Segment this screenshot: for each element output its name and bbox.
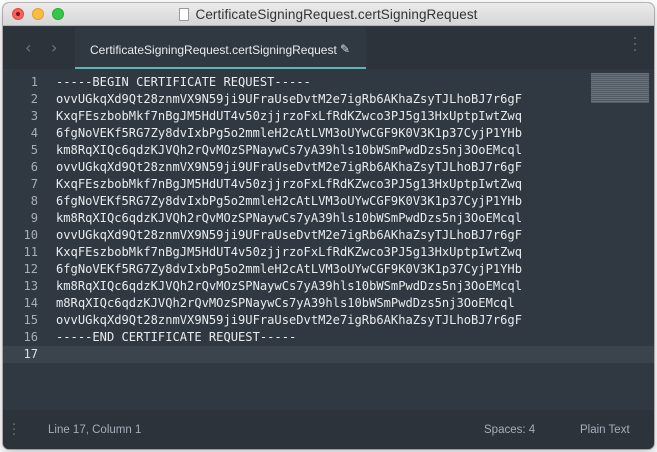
code-line[interactable]: ovvUGkqXd9Qt28znmVX9N59ji9UFraUseDvtM2e7…	[56, 227, 596, 244]
code-line[interactable]: ovvUGkqXd9Qt28znmVX9N59ji9UFraUseDvtM2e7…	[56, 159, 596, 176]
line-number: 13	[23, 279, 38, 293]
line-number: 4	[30, 126, 38, 140]
more-vertical-icon[interactable]: · · ·	[632, 32, 638, 58]
indentation-setting[interactable]: Spaces: 4	[484, 424, 535, 436]
chevron-left-icon[interactable]: ‹	[25, 38, 31, 57]
tab-certificate-signing-request[interactable]: CertificateSigningRequest.certSigningReq…	[75, 27, 366, 69]
line-number: 5	[30, 143, 38, 157]
code-line[interactable]: 6fgNoVEKf5RG7Zy8dvIxbPg5o2mmleH2cAtLVM3o…	[56, 261, 596, 278]
minimap[interactable]	[591, 73, 649, 103]
code-line[interactable]: KxqFEszbobMkf7nBgJM5HdUT4v50zjjrzoFxLfRd…	[56, 176, 596, 193]
line-number: 7	[30, 177, 38, 191]
code-line[interactable]: 6fgNoVEKf5RG7Zy8dvIxbPg5o2mmleH2cAtLVM3o…	[56, 125, 596, 142]
code-area[interactable]: -----BEGIN CERTIFICATE REQUEST----- ovvUG…	[56, 74, 596, 363]
code-line[interactable]: 6fgNoVEKf5RG7Zy8dvIxbPg5o2mmleH2cAtLVM3o…	[56, 193, 596, 210]
tab-bar: ‹ › CertificateSigningRequest.certSignin…	[3, 27, 654, 69]
editor-window: CertificateSigningRequest.certSigningReq…	[3, 3, 654, 449]
line-number: 1	[30, 75, 38, 89]
line-number: 9	[30, 211, 38, 225]
line-number-gutter: 1 2 3 4 5 6 7 8 9 10 11 12 13 14 15 16 17	[3, 74, 47, 363]
line-number: 12	[23, 262, 38, 276]
pencil-icon: ✎	[340, 42, 351, 56]
line-number: 14	[23, 296, 38, 310]
code-line[interactable]: -----END CERTIFICATE REQUEST-----	[56, 329, 596, 346]
window-title: CertificateSigningRequest.certSigningReq…	[195, 7, 478, 22]
status-bar: · · · Line 17, Column 1 Spaces: 4 Plain Te…	[3, 410, 654, 449]
code-line[interactable]: km8RqXIQc6qdzKJVQh2rQvMOzSPNaywCs7yA39hl…	[56, 210, 596, 227]
code-line[interactable]: ovvUGkqXd9Qt28znmVX9N59ji9UFraUseDvtM2e7…	[56, 312, 596, 329]
code-line[interactable]: km8RqXIQc6qdzKJVQh2rQvMOzSPNaywCs7yA39hl…	[56, 278, 596, 295]
line-number: 8	[30, 194, 38, 208]
line-number: 15	[23, 313, 38, 327]
code-line[interactable]: m8RqXIQc6qdzKJVQh2rQvMOzSPNaywCs7yA39hls…	[56, 295, 596, 312]
line-number: 3	[30, 109, 38, 123]
line-number: 17	[23, 347, 38, 361]
code-line[interactable]: KxqFEszbobMkf7nBgJM5HdUT4v50zjjrzoFxLfRd…	[56, 244, 596, 261]
line-number: 2	[30, 92, 38, 106]
syntax-selector[interactable]: Plain Text	[580, 424, 630, 436]
cursor-position[interactable]: Line 17, Column 1	[48, 424, 141, 436]
text-editor[interactable]: 1 2 3 4 5 6 7 8 9 10 11 12 13 14 15 16 17 -----BEGIN CER…	[3, 69, 654, 410]
title-bar: CertificateSigningRequest.certSigningReq…	[3, 3, 654, 26]
line-number: 11	[23, 245, 38, 259]
code-line[interactable]: km8RqXIQc6qdzKJVQh2rQvMOzSPNaywCs7yA39hl…	[56, 142, 596, 159]
line-number: 10	[23, 228, 38, 242]
panel-toggle-icon[interactable]: · · ·	[11, 419, 17, 442]
line-number: 6	[30, 160, 38, 174]
code-line[interactable]	[56, 346, 596, 363]
code-line[interactable]: ovvUGkqXd9Qt28znmVX9N59ji9UFraUseDvtM2e7…	[56, 91, 596, 108]
code-line[interactable]: -----BEGIN CERTIFICATE REQUEST-----	[56, 74, 596, 91]
window-title-container: CertificateSigningRequest.certSigningReq…	[3, 7, 654, 22]
line-number: 16	[23, 330, 38, 344]
chevron-right-icon[interactable]: ›	[51, 38, 57, 57]
document-icon	[179, 8, 190, 21]
tab-label: CertificateSigningRequest.certSigningReq…	[90, 43, 337, 57]
code-line[interactable]: KxqFEszbobMkf7nBgJM5HdUT4v50zjjrzoFxLfRd…	[56, 108, 596, 125]
